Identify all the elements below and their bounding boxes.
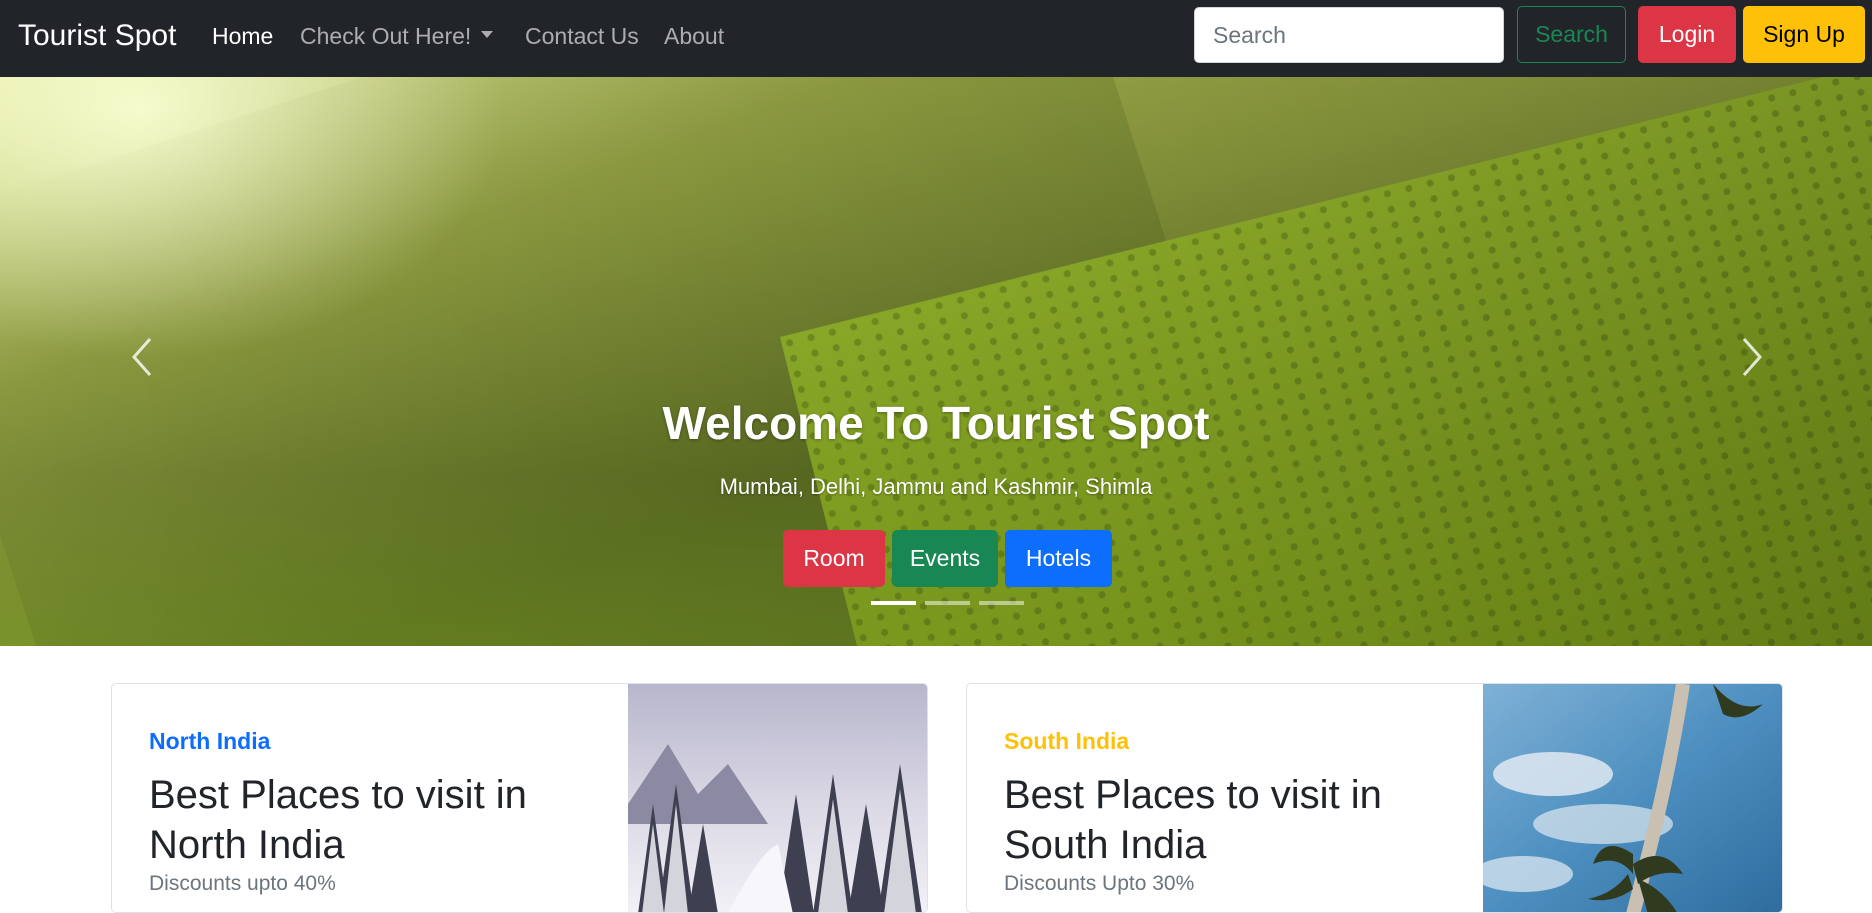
carousel-prev-button[interactable] bbox=[122, 327, 162, 387]
card-image-palm-sky bbox=[1483, 684, 1782, 912]
card-title: Best Places to visit in North India bbox=[149, 773, 527, 867]
hero-carousel: Welcome To Tourist Spot Mumbai, Delhi, J… bbox=[0, 77, 1872, 646]
room-button[interactable]: Room bbox=[783, 530, 885, 587]
hero-title: Welcome To Tourist Spot bbox=[662, 397, 1210, 449]
card-south-india: South India Best Places to visit in Sout… bbox=[966, 683, 1783, 913]
login-button[interactable]: Login bbox=[1638, 6, 1736, 63]
hotels-button[interactable]: Hotels bbox=[1005, 530, 1112, 587]
carousel-indicator-2[interactable] bbox=[925, 601, 970, 605]
carousel-indicator-3[interactable] bbox=[979, 601, 1024, 605]
card-north-india: North India Best Places to visit in Nort… bbox=[111, 683, 928, 913]
chevron-left-icon bbox=[131, 338, 152, 376]
carousel-indicator-1[interactable] bbox=[871, 601, 916, 605]
search-input[interactable] bbox=[1194, 7, 1504, 63]
nav-dropdown-label: Check Out Here! bbox=[300, 23, 472, 49]
hero-subtitle: Mumbai, Delhi, Jammu and Kashmir, Shimla bbox=[719, 474, 1153, 499]
caret-down-icon bbox=[481, 31, 494, 39]
navbar: Tourist Spot Home Check Out Here! Contac… bbox=[0, 0, 1872, 77]
nav-dropdown-check-out[interactable]: Check Out Here! bbox=[300, 20, 494, 52]
brand-logo[interactable]: Tourist Spot bbox=[18, 16, 176, 56]
card-subtitle: Discounts upto 40% bbox=[149, 872, 336, 895]
events-button[interactable]: Events bbox=[892, 530, 998, 587]
card-subtitle: Discounts Upto 30% bbox=[1004, 872, 1195, 895]
card-tag: North India bbox=[149, 728, 271, 754]
nav-link-home[interactable]: Home bbox=[212, 20, 273, 52]
card-title: Best Places to visit in South India bbox=[1004, 773, 1382, 867]
search-button[interactable]: Search bbox=[1517, 6, 1626, 63]
card-tag: South India bbox=[1004, 728, 1130, 754]
nav-link-contact[interactable]: Contact Us bbox=[525, 20, 639, 52]
nav-link-about[interactable]: About bbox=[664, 20, 724, 52]
card-image-snow-forest bbox=[628, 684, 927, 912]
chevron-right-icon bbox=[1742, 338, 1763, 376]
signup-button[interactable]: Sign Up bbox=[1743, 6, 1865, 63]
carousel-next-button[interactable] bbox=[1732, 327, 1772, 387]
